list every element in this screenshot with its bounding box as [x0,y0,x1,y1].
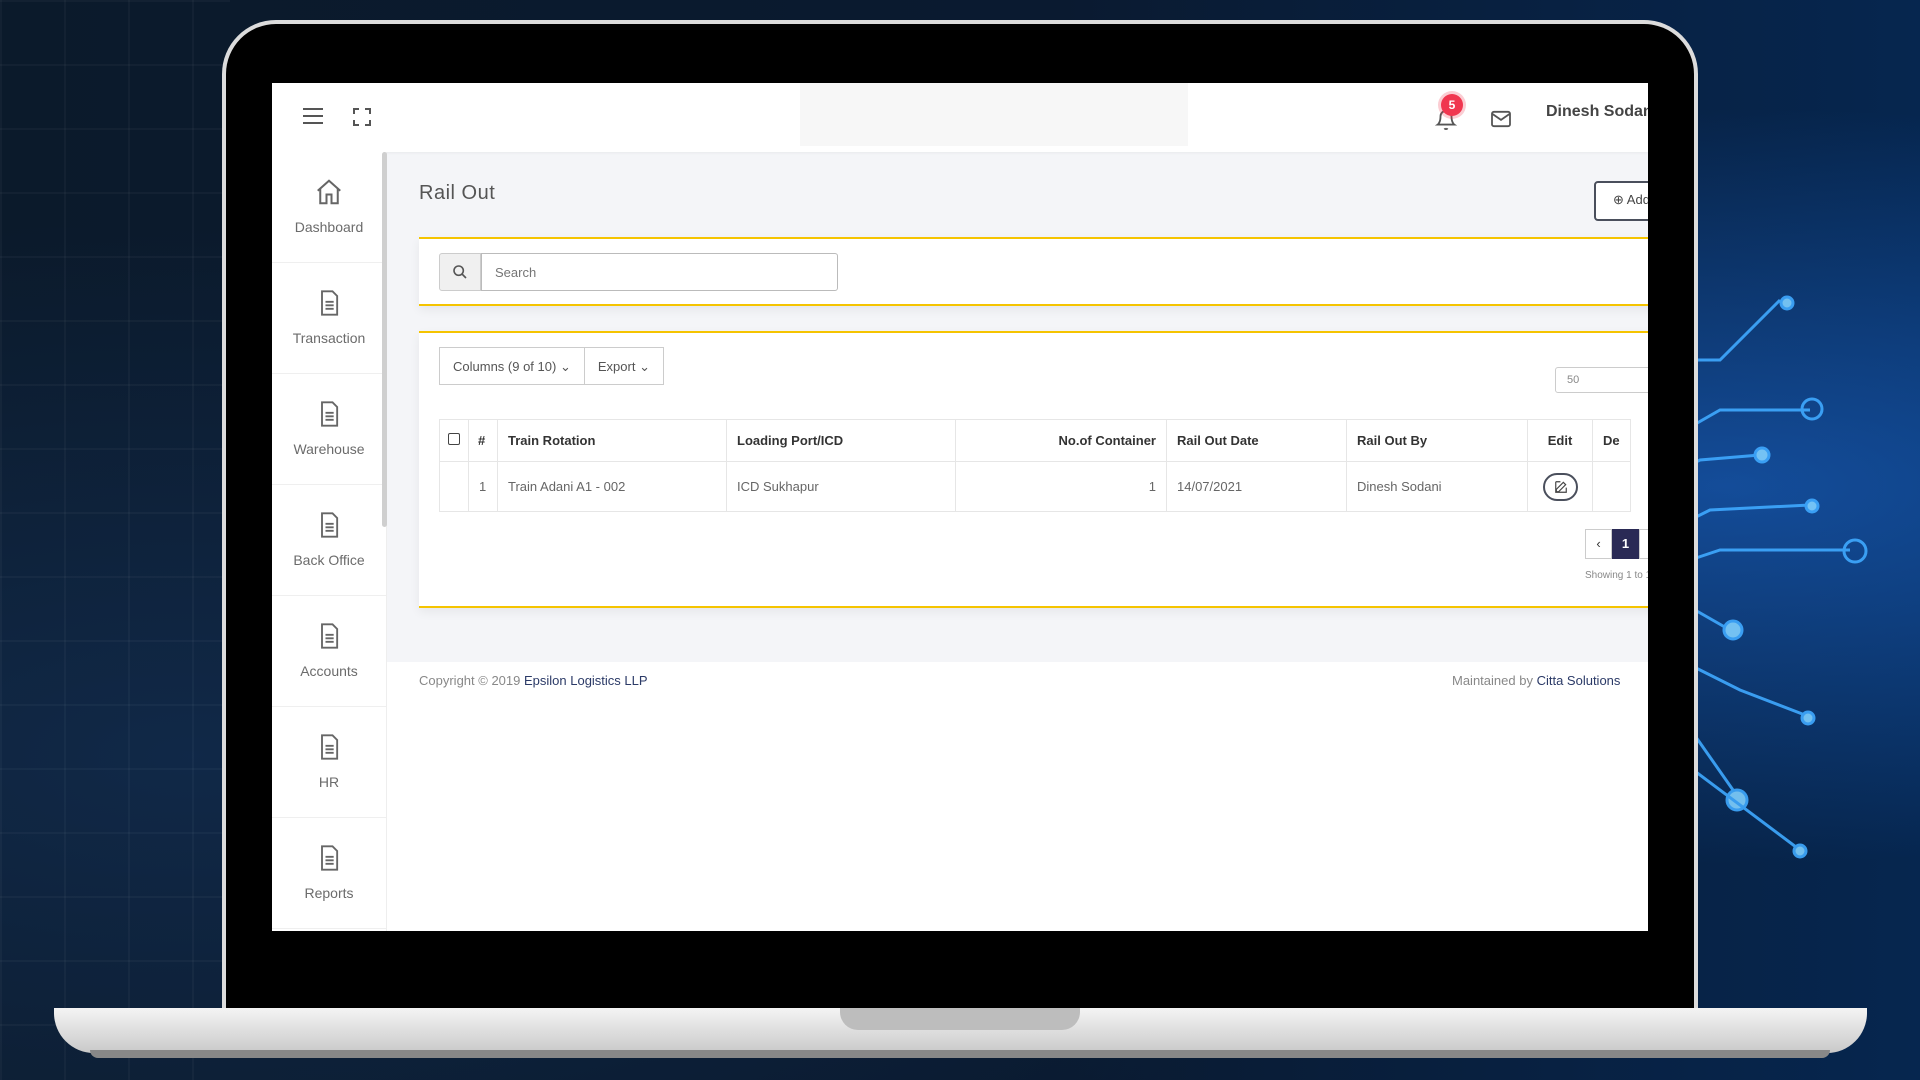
search-button[interactable] [439,253,481,291]
document-icon [321,290,339,316]
top-bar: 5 Dinesh Sodani [272,83,1648,152]
pagination: ‹ 1 › [1585,529,1648,559]
column-header-train-rotation[interactable]: Train Rotation [497,419,727,462]
column-header-containers[interactable]: No.of Container [955,419,1167,462]
cell-loading-port: ICD Sukhapur [726,461,956,512]
maintained-by: Maintained by Citta Solutions [1452,673,1620,688]
header-logo-area [800,83,1188,146]
sidebar-item-dashboard[interactable]: Dashboard [272,152,386,263]
prev-page-button[interactable]: ‹ [1585,529,1612,559]
column-header-number[interactable]: # [468,419,498,462]
maintained-prefix: Maintained by [1452,673,1533,688]
chevron-down-icon: ⌄ [559,359,571,374]
document-icon [321,512,339,538]
hamburger-menu-icon[interactable] [303,108,323,126]
export-button-label: Export [597,359,636,374]
column-header-loading-port[interactable]: Loading Port/ICD [726,419,956,462]
cell-train-rotation: Train Adani A1 - 002 [497,461,727,512]
table-row[interactable]: 1 Train Adani A1 - 002 ICD Sukhapur 1 14… [439,461,1631,512]
mail-icon[interactable] [1490,110,1512,128]
sidebar-item-reports[interactable]: Reports [272,818,386,929]
column-header-rail-out-by[interactable]: Rail Out By [1346,419,1528,462]
sidebar-item-label: HR [318,774,340,790]
select-all-checkbox[interactable] [448,433,460,445]
edit-button[interactable] [1542,473,1578,501]
background-grid [0,0,230,1080]
document-icon [321,623,339,649]
app-screen: 5 Dinesh Sodani Dashboard Transaction Wa… [272,83,1648,931]
column-header-edit[interactable]: Edit [1527,419,1593,462]
search-input[interactable] [481,253,838,291]
column-header-rail-out-date[interactable]: Rail Out Date [1166,419,1347,462]
laptop-notch [840,1008,1080,1030]
page-button-current[interactable]: 1 [1612,529,1639,559]
table-card: Columns (9 of 10) ⌄ Export ⌄ 50 # Train … [419,331,1648,608]
sidebar-item-label: Reports [304,885,354,901]
user-name[interactable]: Dinesh Sodani [1546,103,1648,121]
sidebar-item-back-office[interactable]: Back Office [272,485,386,596]
columns-button-label: Columns (9 of 10) [453,359,557,374]
add-button-label: Add [1626,192,1648,207]
edit-icon [1554,481,1567,493]
sidebar-item-label: Dashboard [294,219,364,235]
document-icon [321,401,339,427]
row-number: 1 [468,461,498,512]
sidebar-scrollbar[interactable] [382,152,387,527]
sidebar-item-hr[interactable]: HR [272,707,386,818]
fullscreen-icon[interactable] [353,108,371,126]
add-button[interactable]: ⊕ Add [1594,181,1648,221]
laptop-base-shadow [90,1050,1830,1058]
document-icon [321,845,339,871]
rail-out-table: # Train Rotation Loading Port/ICD No.of … [439,419,1631,512]
cell-edit [1527,461,1593,512]
sidebar-item-label: Accounts [300,663,358,679]
chevron-down-icon: ⌄ [639,359,650,374]
sidebar-item-warehouse[interactable]: Warehouse [272,374,386,485]
page-title: Rail Out [419,182,496,204]
company-link[interactable]: Epsilon Logistics LLP [524,673,648,688]
next-page-button[interactable]: › [1639,529,1648,559]
maintainer-link[interactable]: Citta Solutions [1537,673,1621,688]
row-select-cell[interactable] [439,461,469,512]
select-all-header[interactable] [439,419,469,462]
cell-containers: 1 [955,461,1167,512]
columns-button[interactable]: Columns (9 of 10) ⌄ [439,347,585,385]
cell-delete [1592,461,1631,512]
copyright-text: Copyright © 2019 [419,673,521,688]
cell-rail-out-by: Dinesh Sodani [1346,461,1528,512]
column-header-delete[interactable]: De [1592,419,1631,462]
table-toolbar: Columns (9 of 10) ⌄ Export ⌄ [439,347,664,385]
home-icon [317,179,341,205]
sidebar-item-label: Warehouse [293,441,365,457]
sidebar-item-accounts[interactable]: Accounts [272,596,386,707]
cell-rail-out-date: 14/07/2021 [1166,461,1347,512]
export-button[interactable]: Export ⌄ [584,347,664,385]
search-icon [453,265,467,279]
pagination-info: Showing 1 to 1 of 1 [1585,570,1648,581]
sidebar-item-transaction[interactable]: Transaction [272,263,386,374]
footer: Copyright © 2019 Epsilon Logistics LLP M… [387,662,1648,931]
table-header-row: # Train Rotation Loading Port/ICD No.of … [439,419,1631,462]
sidebar-item-label: Back Office [293,552,365,568]
page-size-select[interactable]: 50 [1555,367,1648,393]
document-icon [321,734,339,760]
sidebar-item-label: Transaction [292,330,366,346]
sidebar: Dashboard Transaction Warehouse Back Off… [272,152,387,931]
search-card [419,237,1648,306]
notification-badge: 5 [1441,94,1463,116]
